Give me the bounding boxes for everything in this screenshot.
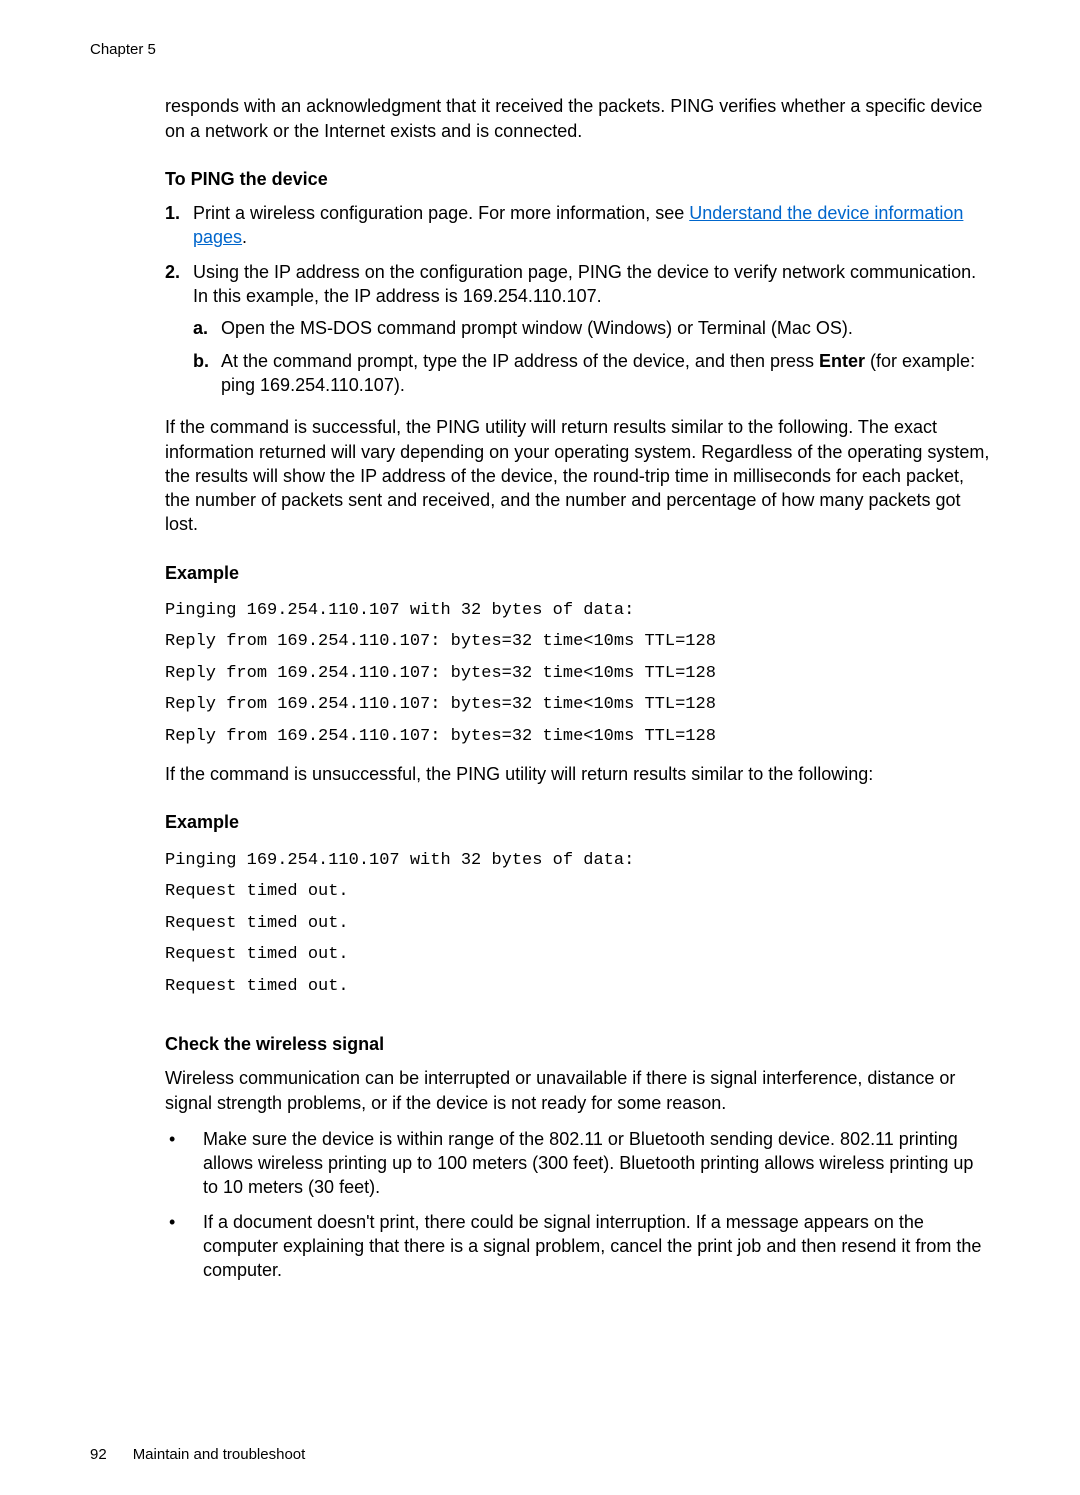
- step-body: Print a wireless configuration page. For…: [193, 201, 990, 250]
- substep-marker: a.: [193, 316, 221, 340]
- substep-a: a. Open the MS-DOS command prompt window…: [193, 316, 990, 340]
- step-marker: 1.: [165, 201, 193, 250]
- ping-steps: 1. Print a wireless configuration page. …: [165, 201, 990, 405]
- ping-heading: To PING the device: [165, 167, 990, 191]
- example1-output: Pinging 169.254.110.107 with 32 bytes of…: [165, 595, 990, 752]
- substep-marker: b.: [193, 349, 221, 398]
- example1-heading: Example: [165, 561, 990, 585]
- substep-b-before: At the command prompt, type the IP addre…: [221, 351, 819, 371]
- example2-heading: Example: [165, 810, 990, 834]
- step1-before: Print a wireless configuration page. For…: [193, 203, 689, 223]
- sub-steps: a. Open the MS-DOS command prompt window…: [193, 316, 990, 397]
- chapter-header: Chapter 5: [90, 40, 990, 60]
- footer-title: Maintain and troubleshoot: [133, 1446, 306, 1463]
- bullet-icon: •: [165, 1210, 203, 1283]
- main-content: responds with an acknowledgment that it …: [165, 94, 990, 1282]
- intro-paragraph: responds with an acknowledgment that it …: [165, 94, 990, 143]
- bullet-text: If a document doesn't print, there could…: [203, 1210, 990, 1283]
- page-number: 92: [90, 1446, 107, 1463]
- after-steps-paragraph: If the command is successful, the PING u…: [165, 415, 990, 536]
- substep-a-text: Open the MS-DOS command prompt window (W…: [221, 316, 853, 340]
- step-body: Using the IP address on the configuratio…: [193, 260, 990, 405]
- step-2: 2. Using the IP address on the configura…: [165, 260, 990, 405]
- example2-output: Pinging 169.254.110.107 with 32 bytes of…: [165, 845, 990, 1002]
- step-1: 1. Print a wireless configuration page. …: [165, 201, 990, 250]
- wireless-heading: Check the wireless signal: [165, 1032, 990, 1056]
- step1-after: .: [242, 227, 247, 247]
- example1-after: If the command is unsuccessful, the PING…: [165, 762, 990, 786]
- bullet-text: Make sure the device is within range of …: [203, 1127, 990, 1200]
- step2-text: Using the IP address on the configuratio…: [193, 262, 976, 306]
- enter-key: Enter: [819, 351, 865, 371]
- list-item: • Make sure the device is within range o…: [165, 1127, 990, 1200]
- substep-b: b. At the command prompt, type the IP ad…: [193, 349, 990, 398]
- wireless-paragraph: Wireless communication can be interrupte…: [165, 1066, 990, 1115]
- page-footer: 92 Maintain and troubleshoot: [90, 1445, 305, 1465]
- step-marker: 2.: [165, 260, 193, 405]
- wireless-bullets: • Make sure the device is within range o…: [165, 1127, 990, 1283]
- list-item: • If a document doesn't print, there cou…: [165, 1210, 990, 1283]
- substep-b-text: At the command prompt, type the IP addre…: [221, 349, 990, 398]
- bullet-icon: •: [165, 1127, 203, 1200]
